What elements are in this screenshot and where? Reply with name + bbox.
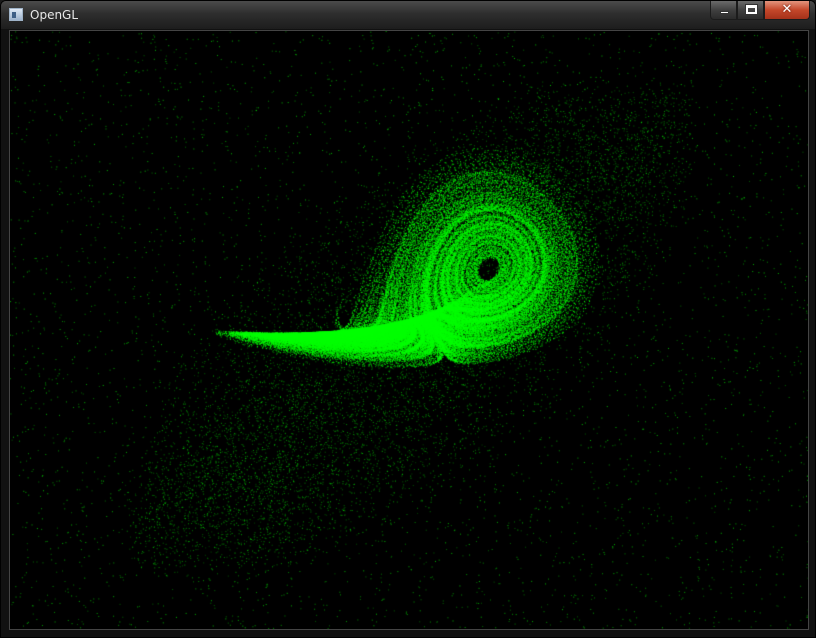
window-controls: ✕ bbox=[710, 1, 810, 21]
maximize-icon bbox=[745, 4, 758, 15]
window-title: OpenGL bbox=[30, 8, 79, 22]
attractor-canvas[interactable] bbox=[10, 31, 808, 629]
title-bar[interactable]: OpenGL ✕ bbox=[1, 1, 815, 29]
close-button[interactable]: ✕ bbox=[764, 1, 810, 20]
app-window-icon[interactable] bbox=[9, 8, 23, 21]
minimize-button[interactable] bbox=[710, 1, 737, 20]
opengl-viewport[interactable] bbox=[9, 30, 809, 630]
maximize-button[interactable] bbox=[737, 1, 764, 20]
opengl-window: OpenGL ✕ bbox=[0, 0, 816, 638]
minimize-icon bbox=[720, 11, 729, 14]
close-icon: ✕ bbox=[781, 2, 793, 17]
